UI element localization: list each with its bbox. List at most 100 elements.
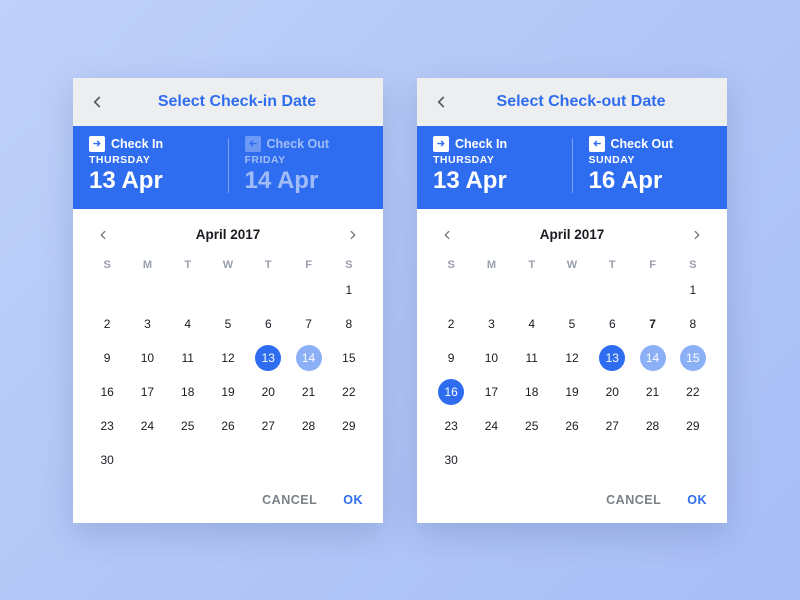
day-cell[interactable]: 3	[471, 307, 511, 341]
day-cell[interactable]: 28	[632, 409, 672, 443]
weekday-label: S	[329, 259, 369, 271]
weekday-label: T	[592, 259, 632, 271]
day-cell[interactable]: 8	[673, 307, 713, 341]
day-empty	[431, 273, 471, 307]
next-month-button[interactable]	[685, 223, 709, 247]
next-month-button[interactable]	[341, 223, 365, 247]
day-cell[interactable]: 24	[471, 409, 511, 443]
prev-month-button[interactable]	[91, 223, 115, 247]
day-cell[interactable]: 16	[431, 375, 471, 409]
day-cell[interactable]: 12	[552, 341, 592, 375]
calendar-grid: 1234567891011121314151617181920212223242…	[431, 273, 713, 477]
day-empty	[329, 443, 369, 477]
cancel-button[interactable]: CANCEL	[262, 493, 317, 507]
day-cell[interactable]: 26	[208, 409, 248, 443]
checkout-slot[interactable]: Check Out SUNDAY 16 Apr	[573, 136, 728, 195]
day-cell[interactable]: 19	[208, 375, 248, 409]
day-cell[interactable]: 11	[512, 341, 552, 375]
checkin-slot[interactable]: Check In THURSDAY 13 Apr	[417, 136, 572, 195]
day-cell[interactable]: 29	[673, 409, 713, 443]
day-cell[interactable]: 17	[471, 375, 511, 409]
day-empty	[168, 443, 208, 477]
day-cell[interactable]: 9	[87, 341, 127, 375]
day-cell[interactable]: 30	[431, 443, 471, 477]
day-cell[interactable]: 6	[592, 307, 632, 341]
checkout-label: Check Out	[611, 137, 674, 151]
day-empty	[552, 443, 592, 477]
cancel-button[interactable]: CANCEL	[606, 493, 661, 507]
day-empty	[127, 273, 167, 307]
day-empty	[471, 443, 511, 477]
day-empty	[512, 273, 552, 307]
day-cell[interactable]: 30	[87, 443, 127, 477]
day-cell[interactable]: 27	[592, 409, 632, 443]
day-cell[interactable]: 14	[632, 341, 672, 375]
dialog-actions: CANCEL OK	[73, 481, 383, 523]
day-cell[interactable]: 13	[592, 341, 632, 375]
day-cell[interactable]: 28	[288, 409, 328, 443]
day-cell[interactable]: 3	[127, 307, 167, 341]
day-cell[interactable]: 20	[592, 375, 632, 409]
day-empty	[673, 443, 713, 477]
day-cell[interactable]: 6	[248, 307, 288, 341]
day-cell[interactable]: 2	[87, 307, 127, 341]
day-cell[interactable]: 19	[552, 375, 592, 409]
checkout-date: 14 Apr	[245, 167, 368, 195]
day-cell[interactable]: 22	[329, 375, 369, 409]
checkout-card: Select Check-out Date Check In THURSDAY …	[417, 78, 727, 523]
day-cell[interactable]: 7	[288, 307, 328, 341]
weekday-label: M	[471, 259, 511, 271]
arrow-in-icon	[433, 136, 449, 152]
dialog-actions: CANCEL OK	[417, 481, 727, 523]
day-cell[interactable]: 23	[431, 409, 471, 443]
checkin-dow: THURSDAY	[433, 154, 556, 166]
day-cell[interactable]: 12	[208, 341, 248, 375]
day-cell[interactable]: 4	[512, 307, 552, 341]
weekday-label: F	[632, 259, 672, 271]
ok-button[interactable]: OK	[343, 493, 363, 507]
day-cell[interactable]: 8	[329, 307, 369, 341]
day-cell[interactable]: 1	[329, 273, 369, 307]
day-cell[interactable]: 26	[552, 409, 592, 443]
day-cell[interactable]: 29	[329, 409, 369, 443]
day-cell[interactable]: 5	[208, 307, 248, 341]
day-cell[interactable]: 9	[431, 341, 471, 375]
ok-button[interactable]: OK	[687, 493, 707, 507]
date-band: Check In THURSDAY 13 Apr Check Out FRIDA…	[73, 126, 383, 209]
day-cell[interactable]: 16	[87, 375, 127, 409]
day-cell[interactable]: 18	[512, 375, 552, 409]
day-cell[interactable]: 21	[632, 375, 672, 409]
day-cell[interactable]: 10	[471, 341, 511, 375]
day-cell[interactable]: 24	[127, 409, 167, 443]
day-cell[interactable]: 27	[248, 409, 288, 443]
day-empty	[248, 443, 288, 477]
day-cell[interactable]: 18	[168, 375, 208, 409]
day-cell[interactable]: 25	[168, 409, 208, 443]
day-cell[interactable]: 20	[248, 375, 288, 409]
checkin-slot[interactable]: Check In THURSDAY 13 Apr	[73, 136, 228, 195]
day-cell[interactable]: 23	[87, 409, 127, 443]
arrow-out-icon	[589, 136, 605, 152]
day-cell[interactable]: 2	[431, 307, 471, 341]
day-cell[interactable]: 1	[673, 273, 713, 307]
checkin-label: Check In	[455, 137, 507, 151]
day-empty	[208, 443, 248, 477]
day-cell[interactable]: 10	[127, 341, 167, 375]
day-cell[interactable]: 15	[673, 341, 713, 375]
day-cell[interactable]: 5	[552, 307, 592, 341]
day-cell[interactable]: 7	[632, 307, 672, 341]
day-cell[interactable]: 22	[673, 375, 713, 409]
day-cell[interactable]: 4	[168, 307, 208, 341]
weekday-label: W	[552, 259, 592, 271]
day-cell[interactable]: 17	[127, 375, 167, 409]
day-cell[interactable]: 15	[329, 341, 369, 375]
weekday-header: SMTWTFS	[87, 253, 369, 273]
day-cell[interactable]: 21	[288, 375, 328, 409]
day-cell[interactable]: 11	[168, 341, 208, 375]
checkout-slot[interactable]: Check Out FRIDAY 14 Apr	[229, 136, 384, 195]
day-cell[interactable]: 14	[288, 341, 328, 375]
calendar: April 2017 SMTWTFS 123456789101112131415…	[417, 209, 727, 481]
day-cell[interactable]: 25	[512, 409, 552, 443]
day-cell[interactable]: 13	[248, 341, 288, 375]
prev-month-button[interactable]	[435, 223, 459, 247]
